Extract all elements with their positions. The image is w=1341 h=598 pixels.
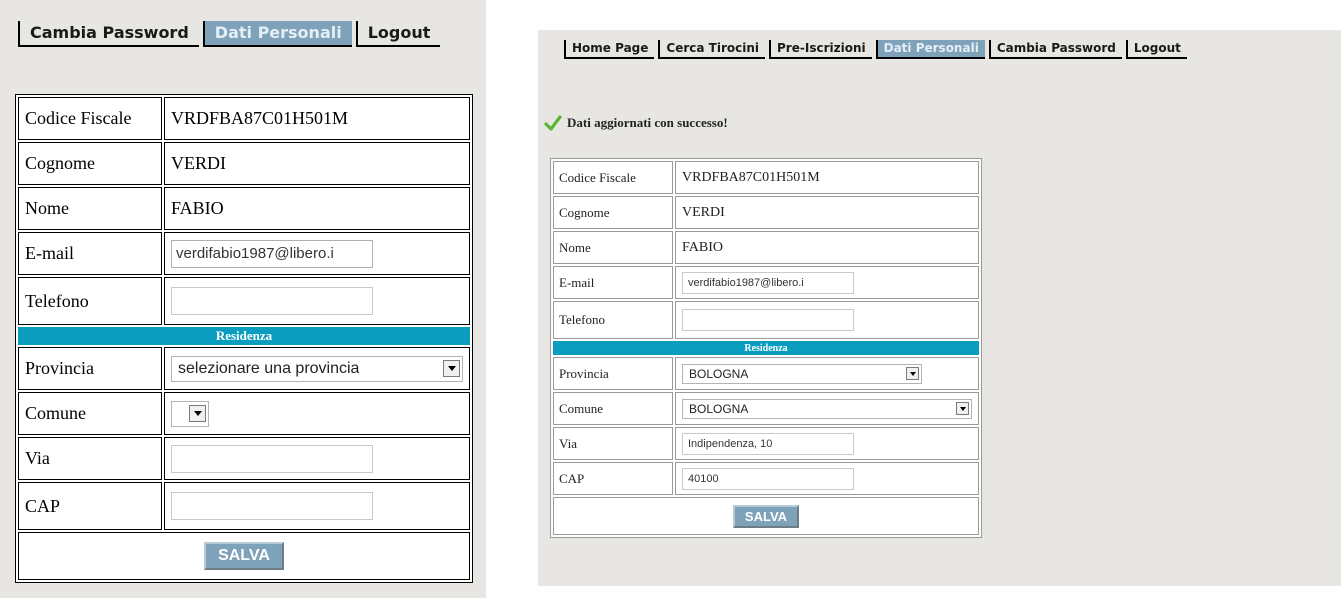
tab-dati-personali[interactable]: Dati Personali (202, 21, 352, 47)
comune-label: Comune (18, 392, 162, 435)
comune-selected: BOLOGNA (689, 401, 749, 416)
tab-dati-personali[interactable]: Dati Personali (875, 40, 985, 59)
email-field[interactable]: verdifabio1987@libero.i (682, 271, 854, 294)
provincia-select[interactable]: BOLOGNA (682, 363, 922, 384)
provincia-label: Provincia (18, 347, 162, 390)
residenza-section-header: Residenza (18, 327, 470, 345)
telefono-field[interactable] (682, 309, 854, 331)
nav-tabs: Cambia Password Dati Personali Logout (18, 21, 444, 47)
provincia-selected: BOLOGNA (689, 366, 749, 381)
right-panel: Home Page Cerca Tirocini Pre-Iscrizioni … (538, 30, 1341, 586)
codice-fiscale-label: Codice Fiscale (18, 97, 162, 140)
via-field[interactable]: Indipendenza, 10 (682, 432, 854, 455)
codice-fiscale-value: VRDFBA87C01H501M (164, 97, 470, 140)
email-field[interactable]: verdifabio1987@libero.i (171, 239, 373, 268)
dropdown-arrow-icon[interactable] (443, 360, 460, 377)
personal-data-form: Codice Fiscale VRDFBA87C01H501M Cognome … (550, 158, 982, 538)
tab-home-page[interactable]: Home Page (564, 40, 655, 59)
success-message: Dati aggiornati con successo! (544, 114, 728, 132)
telefono-label: Telefono (553, 301, 673, 339)
nome-value: FABIO (675, 231, 979, 264)
save-button[interactable]: SALVA (204, 542, 284, 570)
cognome-value: VERDI (675, 196, 979, 229)
save-button[interactable]: SALVA (732, 504, 800, 528)
cognome-value: VERDI (164, 142, 470, 185)
via-field[interactable] (171, 444, 373, 473)
nome-value: FABIO (164, 187, 470, 230)
tab-cerca-tirocini[interactable]: Cerca Tirocini (658, 40, 766, 59)
residenza-section-header: Residenza (553, 341, 979, 355)
cap-label: CAP (18, 482, 162, 530)
cognome-label: Cognome (18, 142, 162, 185)
telefono-label: Telefono (18, 277, 162, 325)
via-label: Via (18, 437, 162, 480)
provincia-select[interactable]: selezionare una provincia (171, 355, 463, 382)
via-label: Via (553, 427, 673, 460)
provincia-label: Provincia (553, 357, 673, 390)
cap-label: CAP (553, 462, 673, 495)
nome-label: Nome (18, 187, 162, 230)
tab-logout[interactable]: Logout (355, 21, 441, 47)
left-panel: Cambia Password Dati Personali Logout Co… (0, 0, 486, 598)
comune-select[interactable] (171, 400, 209, 427)
email-label: E-mail (18, 232, 162, 275)
codice-fiscale-value: VRDFBA87C01H501M (675, 161, 979, 194)
dropdown-arrow-icon[interactable] (906, 367, 919, 380)
tab-logout[interactable]: Logout (1125, 40, 1187, 59)
tab-pre-iscrizioni[interactable]: Pre-Iscrizioni (769, 40, 872, 59)
dropdown-arrow-icon[interactable] (956, 402, 969, 415)
check-icon (544, 115, 562, 131)
telefono-field[interactable] (171, 287, 373, 315)
nome-label: Nome (553, 231, 673, 264)
cap-field[interactable]: 40100 (682, 467, 854, 490)
tab-cambia-password[interactable]: Cambia Password (18, 21, 199, 47)
tab-cambia-password[interactable]: Cambia Password (988, 40, 1122, 59)
dropdown-arrow-icon[interactable] (189, 405, 206, 422)
nav-tabs: Home Page Cerca Tirocini Pre-Iscrizioni … (564, 40, 1191, 59)
cognome-label: Cognome (553, 196, 673, 229)
cap-field[interactable] (171, 492, 373, 520)
comune-select[interactable]: BOLOGNA (682, 398, 972, 419)
codice-fiscale-label: Codice Fiscale (553, 161, 673, 194)
provincia-selected: selezionare una provincia (178, 359, 360, 377)
personal-data-form: Codice Fiscale VRDFBA87C01H501M Cognome … (15, 94, 473, 583)
email-label: E-mail (553, 266, 673, 299)
comune-label: Comune (553, 392, 673, 425)
success-message-text: Dati aggiornati con successo! (567, 115, 728, 130)
